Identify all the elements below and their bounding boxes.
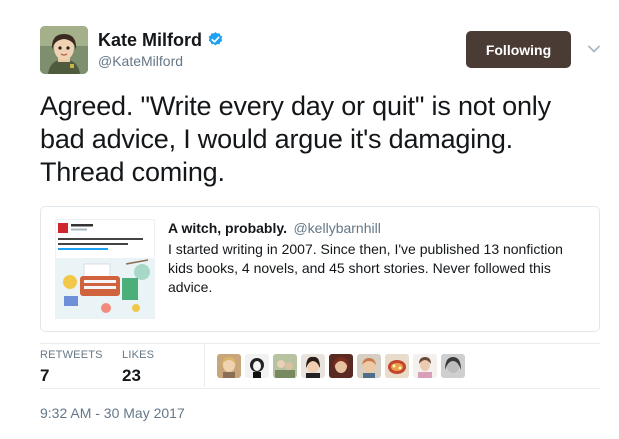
likes-label: LIKES bbox=[122, 349, 155, 361]
author-name-text: Kate Milford bbox=[98, 30, 203, 50]
quoted-tweet-thumbnail bbox=[55, 219, 155, 319]
following-button[interactable]: Following bbox=[466, 31, 571, 68]
quoted-tweet-card[interactable]: A witch, probably. @kellybarnhill I star… bbox=[40, 206, 600, 332]
tweet-timestamp[interactable]: 9:32 AM - 30 May 2017 bbox=[40, 405, 185, 421]
avatar-illustration-icon bbox=[40, 26, 88, 74]
stats-separator bbox=[204, 344, 205, 387]
verified-badge-icon bbox=[208, 32, 223, 46]
author-handle[interactable]: @KateMilford bbox=[98, 53, 183, 69]
liker-avatar-1[interactable] bbox=[217, 354, 241, 378]
tweet-text: Agreed. "Write every day or quit" is not… bbox=[40, 91, 551, 187]
liker-avatar-8[interactable] bbox=[413, 354, 437, 378]
liker-avatar-4[interactable] bbox=[301, 354, 325, 378]
liker-avatar-7[interactable] bbox=[385, 354, 409, 378]
daily-beast-typewriter-thumbnail bbox=[56, 220, 154, 318]
author-avatar[interactable] bbox=[40, 26, 88, 74]
retweets-label: RETWEETS bbox=[40, 349, 103, 361]
liker-avatar-9[interactable] bbox=[441, 354, 465, 378]
quoted-tweet-body: A witch, probably. @kellybarnhill I star… bbox=[168, 220, 588, 297]
liker-avatar-2[interactable] bbox=[245, 354, 269, 378]
quoted-handle[interactable]: @kellybarnhill bbox=[293, 220, 380, 236]
likes-count: 23 bbox=[122, 366, 141, 385]
liker-avatars bbox=[217, 354, 465, 378]
liker-avatar-3[interactable] bbox=[273, 354, 297, 378]
stats-bottom-divider bbox=[40, 388, 600, 389]
quoted-tweet-text: I started writing in 2007. Since then, I… bbox=[168, 241, 563, 295]
liker-avatar-5[interactable] bbox=[329, 354, 353, 378]
chevron-down-icon[interactable] bbox=[587, 42, 601, 56]
author-display-name[interactable]: Kate Milford bbox=[98, 30, 224, 51]
stats-top-divider bbox=[40, 343, 600, 344]
liker-avatar-6[interactable] bbox=[357, 354, 381, 378]
retweets-stat[interactable]: RETWEETS 7 bbox=[40, 349, 103, 386]
quoted-display-name[interactable]: A witch, probably. bbox=[168, 220, 287, 236]
likes-stat[interactable]: LIKES 23 bbox=[122, 349, 154, 386]
retweets-count: 7 bbox=[40, 366, 50, 385]
